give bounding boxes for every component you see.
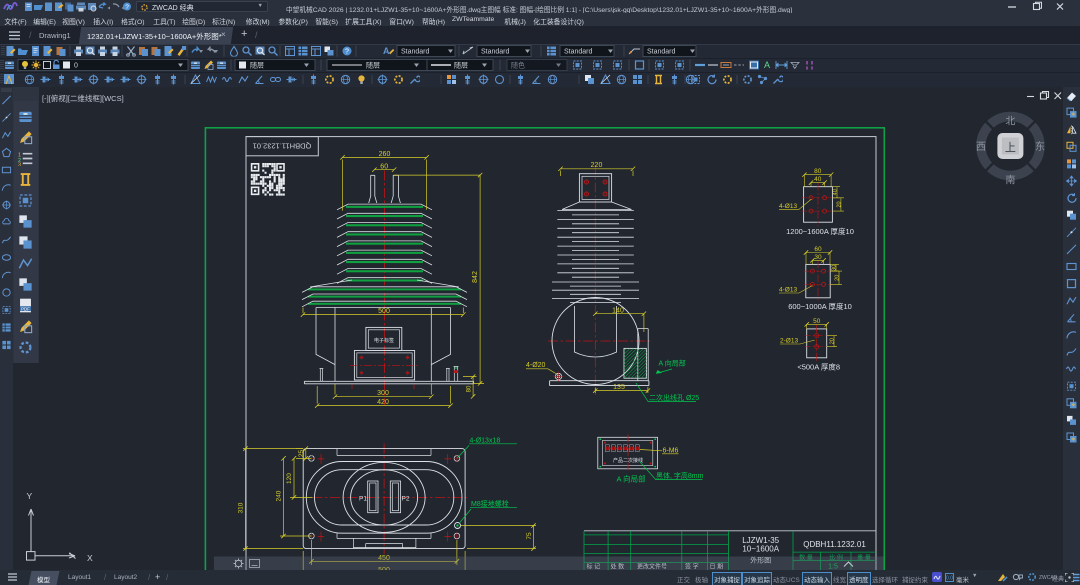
svg-text:M8接地螺栓: M8接地螺栓 [471,499,509,508]
svg-text:220: 220 [591,162,603,169]
svg-text:30: 30 [814,254,822,261]
svg-text:二次出线孔 Ø25: 二次出线孔 Ø25 [649,393,699,402]
svg-text:随层: 随层 [250,61,264,70]
svg-text:Standard: Standard [647,49,676,56]
svg-text:2-Ø13: 2-Ø13 [780,338,798,345]
svg-text:4-Ø13x18: 4-Ø13x18 [470,437,501,444]
svg-text:?: ? [125,4,129,11]
svg-text:80: 80 [467,385,473,392]
svg-text:75: 75 [526,532,533,540]
svg-text:140: 140 [612,307,624,314]
svg-text:P2: P2 [402,496,410,503]
svg-text:<500A 厚度8: <500A 厚度8 [797,362,840,372]
svg-text:QDBH11.1232.01: QDBH11.1232.01 [253,142,312,151]
svg-text:135: 135 [613,384,625,391]
svg-text:300: 300 [377,390,389,397]
svg-text:420: 420 [377,399,389,406]
svg-text:P1: P1 [359,496,367,503]
svg-text:260: 260 [379,151,391,158]
svg-text:产品二次接线: 产品二次接线 [613,457,643,464]
svg-text:6-M6: 6-M6 [663,448,679,455]
svg-text:842: 842 [472,271,479,283]
svg-text:0.0: 0.0 [946,575,953,581]
svg-text:50: 50 [813,318,821,325]
svg-text:600~1000A 厚度10: 600~1000A 厚度10 [788,301,852,311]
svg-text:随色: 随色 [511,61,525,70]
svg-text:西: 西 [976,142,986,153]
svg-text:随层: 随层 [366,61,380,70]
svg-text:4-Ø20: 4-Ø20 [526,362,546,369]
svg-text:500: 500 [378,308,390,315]
svg-text:80: 80 [814,168,822,175]
svg-text:20: 20 [830,338,836,344]
svg-text:0: 0 [74,63,78,70]
svg-text:A 向局部: A 向局部 [617,474,647,484]
svg-text:[-][俯视][二维线框][WCS]: [-][俯视][二维线框][WCS] [42,93,124,103]
svg-text:40: 40 [833,189,839,195]
svg-text:310: 310 [238,502,245,513]
svg-text:120: 120 [286,473,293,484]
svg-text:60: 60 [380,163,388,170]
svg-text:4-Ø13: 4-Ø13 [779,287,797,294]
svg-text:20: 20 [836,201,842,207]
svg-text:1200~1600A 厚度10: 1200~1600A 厚度10 [786,226,854,236]
svg-text:Standard: Standard [564,49,593,56]
svg-text:Standard: Standard [481,49,510,56]
svg-text:黑体, 字高8mm: 黑体, 字高8mm [656,471,704,480]
svg-text:QDBH11.1232.01: QDBH11.1232.01 [803,540,866,549]
svg-text:Y: Y [27,491,33,501]
svg-text:20: 20 [835,275,841,281]
svg-text:25: 25 [298,450,305,458]
svg-text:30: 30 [832,265,838,271]
svg-text:40: 40 [814,176,822,183]
svg-text:电子标签: 电子标签 [374,337,394,344]
svg-text:北: 北 [1005,116,1015,128]
svg-text:240: 240 [276,490,283,501]
svg-text:上: 上 [1005,141,1016,154]
svg-text:东: 东 [1035,140,1045,153]
svg-text:Standard: Standard [401,49,430,56]
svg-text:A 向局部: A 向局部 [659,359,686,368]
svg-text:10~1600A: 10~1600A [742,545,779,554]
svg-text:A: A [764,60,770,70]
svg-text:60: 60 [814,246,822,253]
svg-text:4-Ø13: 4-Ø13 [779,203,797,210]
svg-text:X: X [87,553,93,563]
svg-text:A: A [383,46,390,56]
svg-text:南: 南 [1005,174,1015,187]
svg-text:随层: 随层 [454,61,468,70]
